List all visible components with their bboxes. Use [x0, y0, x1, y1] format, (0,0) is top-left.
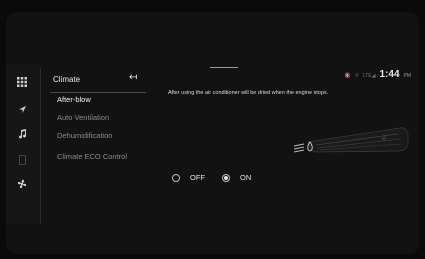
menu-title: Climate: [53, 75, 81, 84]
screen-background: Climate ↤ After-blow Auto Ventilation De…: [0, 0, 425, 259]
mute-icon: 🔇: [344, 73, 352, 79]
menu-item-dehumidification[interactable]: Dehumidification: [57, 131, 112, 140]
menu-divider: [50, 92, 146, 93]
menu-item-auto-ventilation[interactable]: Auto Ventilation: [57, 113, 109, 122]
after-blow-description: After using the air conditioner will be …: [168, 90, 329, 96]
radio-off[interactable]: [172, 173, 180, 182]
option-on[interactable]: ON: [222, 173, 251, 182]
menu-item-after-blow[interactable]: After-blow: [57, 95, 91, 104]
apps-grid-icon[interactable]: [13, 73, 31, 91]
clock: 1:44: [379, 69, 400, 80]
phone-icon[interactable]: [13, 151, 31, 169]
display-panel: Climate ↤ After-blow Auto Ventilation De…: [6, 12, 419, 254]
music-note-icon[interactable]: [13, 125, 31, 143]
lte-signal-icon: LTE◢: [362, 73, 376, 79]
location-icon: ⚲: [355, 73, 359, 79]
menu-item-climate-eco-control[interactable]: Climate ECO Control: [57, 152, 127, 161]
navigation-icon[interactable]: [13, 100, 31, 118]
rail-divider: [40, 68, 41, 224]
option-on-label: ON: [240, 173, 252, 182]
option-off[interactable]: OFF: [172, 173, 205, 182]
radio-on[interactable]: [222, 173, 230, 182]
back-arrow-icon[interactable]: ↤: [129, 72, 137, 83]
air-vent-illustration: [286, 120, 412, 160]
clock-ampm: PM: [403, 73, 412, 79]
drag-handle[interactable]: [210, 67, 238, 68]
status-bar: 🔇 ⚲ LTE◢ 1:44 PM: [345, 69, 411, 80]
option-off-label: OFF: [190, 173, 205, 182]
fan-icon[interactable]: [13, 175, 31, 193]
icon-rail: [6, 64, 40, 224]
